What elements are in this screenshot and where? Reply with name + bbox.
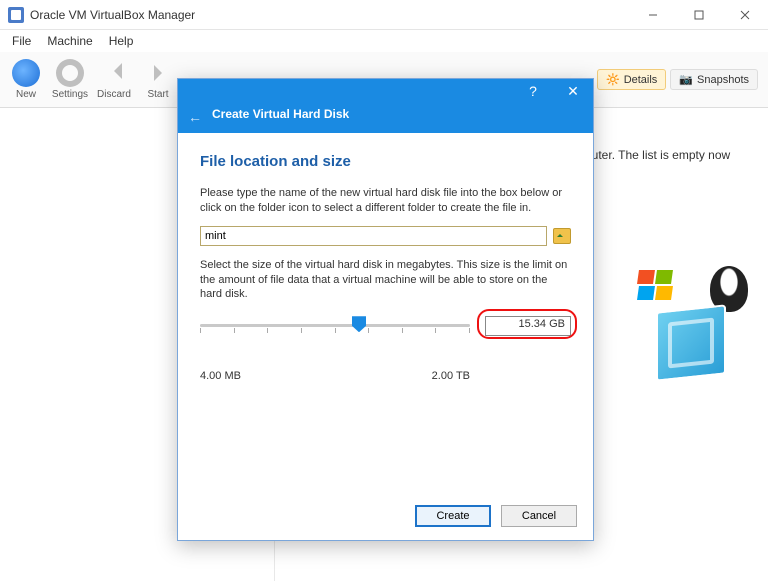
minimize-button[interactable] xyxy=(630,0,676,30)
titlebar: Oracle VM VirtualBox Manager xyxy=(0,0,768,30)
filename-input[interactable] xyxy=(200,226,547,246)
welcome-graphic xyxy=(638,260,758,400)
start-button[interactable]: Start xyxy=(136,59,180,100)
slider-track xyxy=(200,324,470,327)
menu-help[interactable]: Help xyxy=(101,32,142,50)
details-icon: 🔆 xyxy=(606,73,620,86)
camera-icon: 📷 xyxy=(679,73,693,86)
highlight-annotation xyxy=(477,309,577,339)
section-heading: File location and size xyxy=(200,153,571,170)
details-label: Details xyxy=(624,74,658,86)
snapshots-label: Snapshots xyxy=(697,74,749,86)
create-disk-dialog: ? ✕ ← Create Virtual Hard Disk File loca… xyxy=(177,78,594,541)
menu-machine[interactable]: Machine xyxy=(39,32,100,50)
tab-snapshots[interactable]: 📷 Snapshots xyxy=(670,69,758,90)
tab-details[interactable]: 🔆 Details xyxy=(597,69,666,90)
create-button[interactable]: Create xyxy=(415,505,491,527)
slider-range-labels: 4.00 MB 2.00 TB xyxy=(200,370,470,382)
paragraph-location: Please type the name of the new virtual … xyxy=(200,186,571,216)
dialog-header: ? ✕ ← Create Virtual Hard Disk xyxy=(178,79,593,133)
menu-file[interactable]: File xyxy=(4,32,39,50)
sun-icon xyxy=(12,59,40,87)
window-title: Oracle VM VirtualBox Manager xyxy=(30,8,195,22)
slider-min-label: 4.00 MB xyxy=(200,370,241,382)
slider-max-label: 2.00 TB xyxy=(432,370,470,382)
discard-label: Discard xyxy=(92,89,136,100)
windows-logo-icon xyxy=(638,270,676,302)
play-icon xyxy=(144,59,172,87)
dialog-body: File location and size Please type the n… xyxy=(178,133,593,382)
dialog-close-button[interactable]: ✕ xyxy=(553,79,593,103)
discard-button[interactable]: Discard xyxy=(92,59,136,100)
dialog-help-button[interactable]: ? xyxy=(513,79,553,103)
paragraph-size: Select the size of the virtual hard disk… xyxy=(200,258,571,303)
size-slider[interactable]: 15.34 GB xyxy=(200,314,571,340)
folder-browse-icon[interactable] xyxy=(553,228,571,244)
virtualbox-cube-icon xyxy=(656,304,726,381)
menubar: File Machine Help xyxy=(0,30,768,52)
start-label: Start xyxy=(136,89,180,100)
file-row xyxy=(200,226,571,246)
right-tabs: 🔆 Details 📷 Snapshots xyxy=(597,69,764,90)
dialog-title: Create Virtual Hard Disk xyxy=(212,107,349,121)
welcome-text: puter. The list is empty now xyxy=(585,148,730,162)
gear-icon xyxy=(56,59,84,87)
close-button[interactable] xyxy=(722,0,768,30)
window-controls xyxy=(630,0,768,30)
discard-icon xyxy=(100,59,128,87)
back-icon[interactable]: ← xyxy=(188,109,202,125)
new-button[interactable]: New xyxy=(4,59,48,100)
cancel-button[interactable]: Cancel xyxy=(501,505,577,527)
settings-button[interactable]: Settings xyxy=(48,59,92,100)
maximize-button[interactable] xyxy=(676,0,722,30)
settings-label: Settings xyxy=(48,89,92,100)
dialog-footer: Create Cancel xyxy=(178,492,593,540)
new-label: New xyxy=(4,89,48,100)
app-icon xyxy=(8,7,24,23)
slider-ticks xyxy=(200,328,470,333)
